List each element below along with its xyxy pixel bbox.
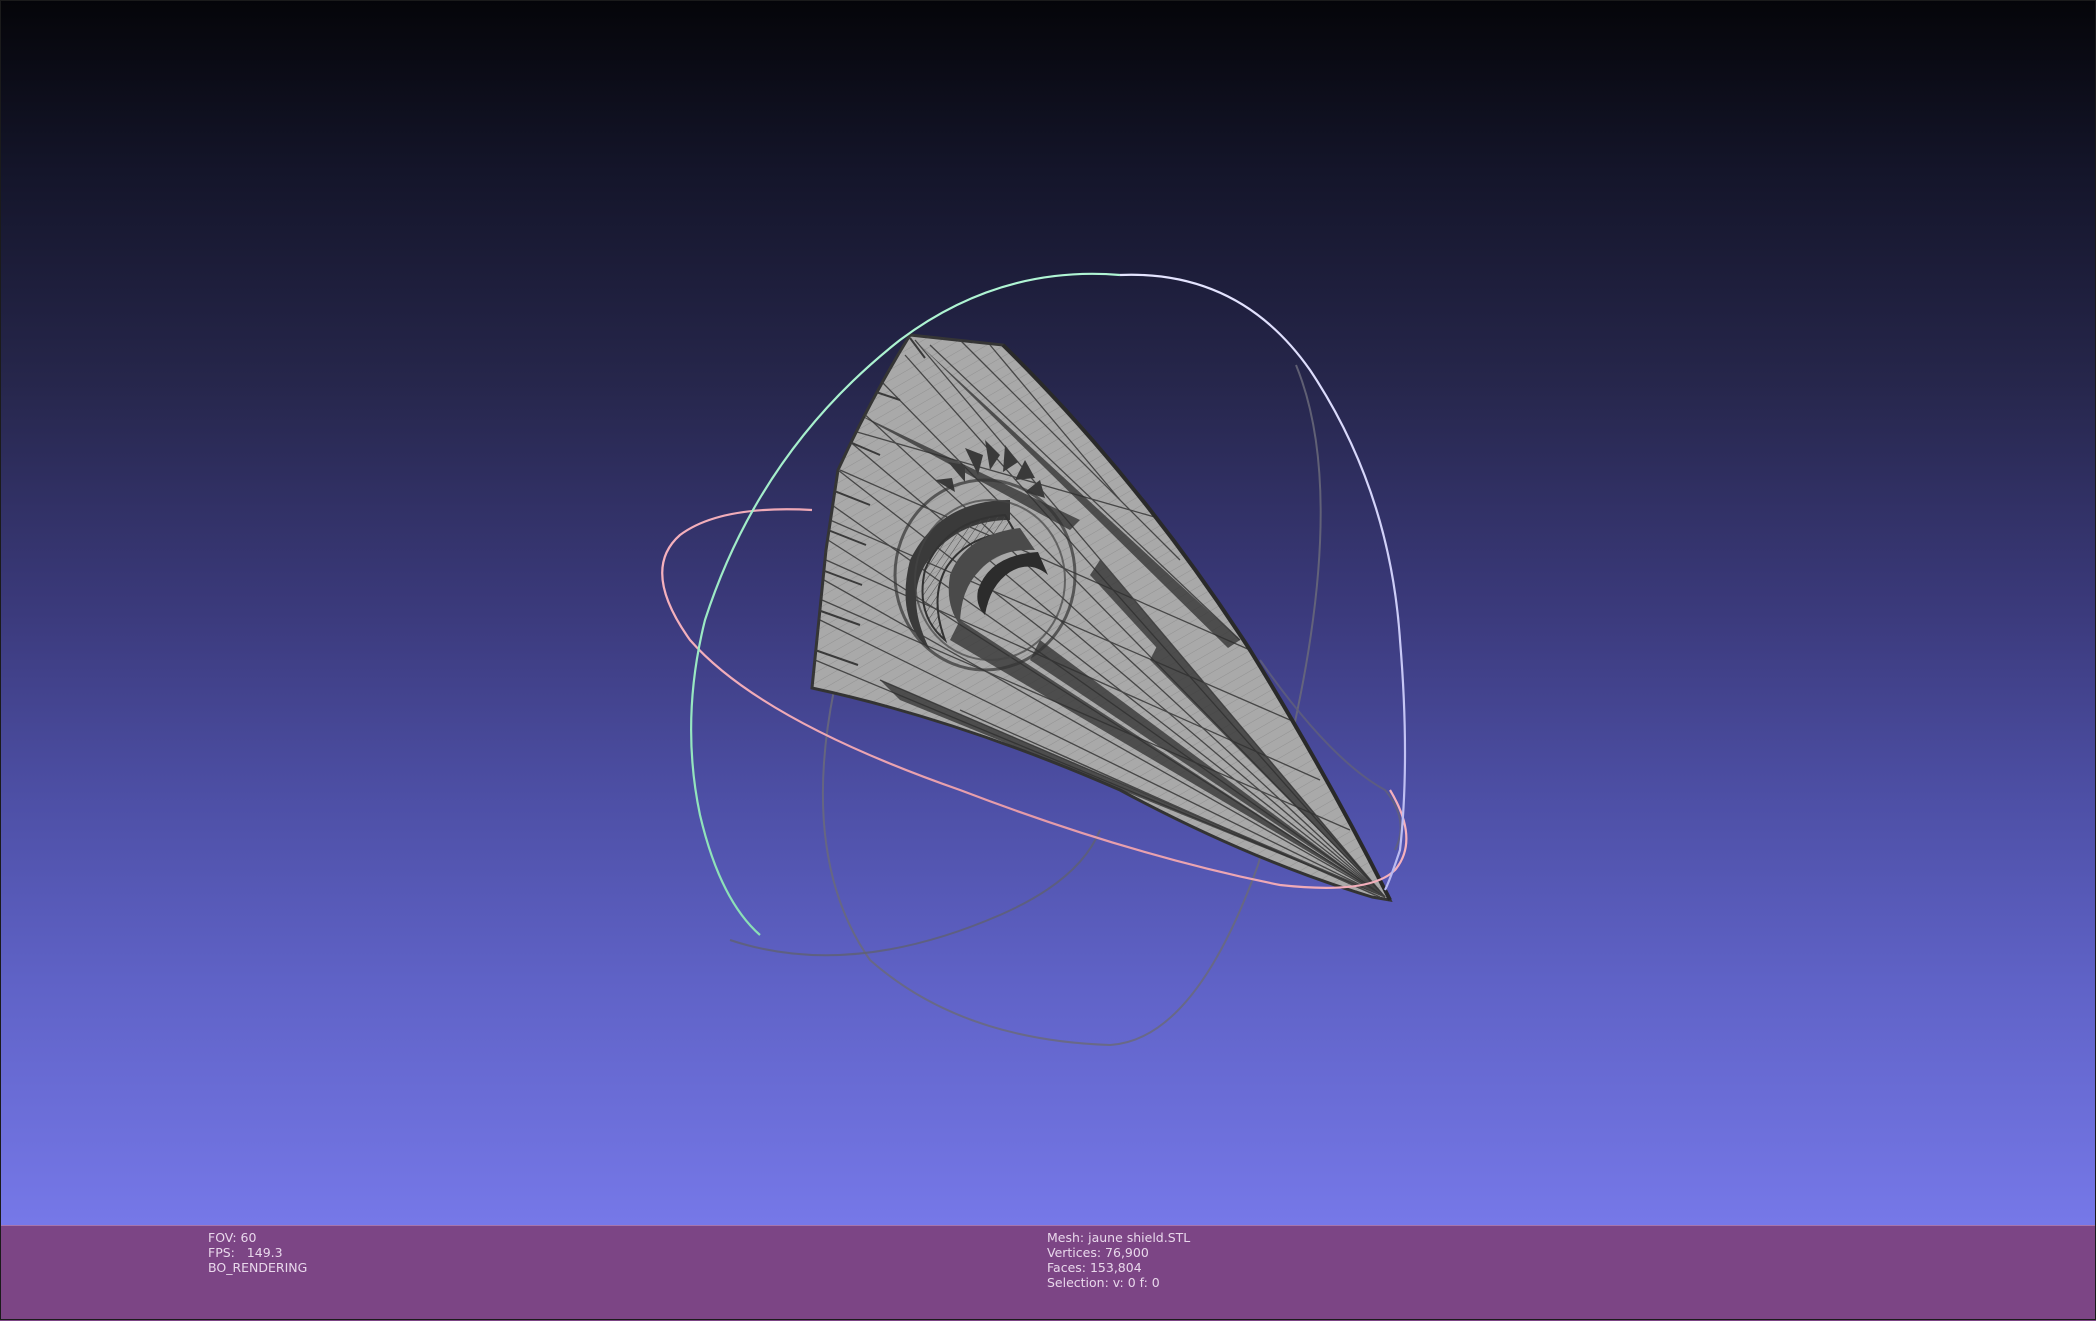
status-bar: FOV: 60 FPS: 149.3 BO_RENDERING Mesh: ja…	[0, 1225, 2096, 1321]
vertex-count-label: Vertices: 76,900	[1047, 1245, 1149, 1260]
face-count-label: Faces: 153,804	[1047, 1260, 1142, 1275]
fps-label: FPS: 149.3	[208, 1245, 283, 1260]
fov-label: FOV: 60	[208, 1230, 257, 1245]
mesh-scene[interactable]	[0, 0, 2096, 1225]
render-mode-label: BO_RENDERING	[208, 1260, 308, 1275]
mesh-info: Mesh: jaune shield.STL Vertices: 76,900 …	[1047, 1230, 1190, 1290]
render-info: FOV: 60 FPS: 149.3 BO_RENDERING	[208, 1230, 307, 1275]
mesh-name-label: Mesh: jaune shield.STL	[1047, 1230, 1191, 1245]
3d-viewport[interactable]	[0, 0, 2096, 1225]
selection-label: Selection: v: 0 f: 0	[1047, 1275, 1160, 1290]
